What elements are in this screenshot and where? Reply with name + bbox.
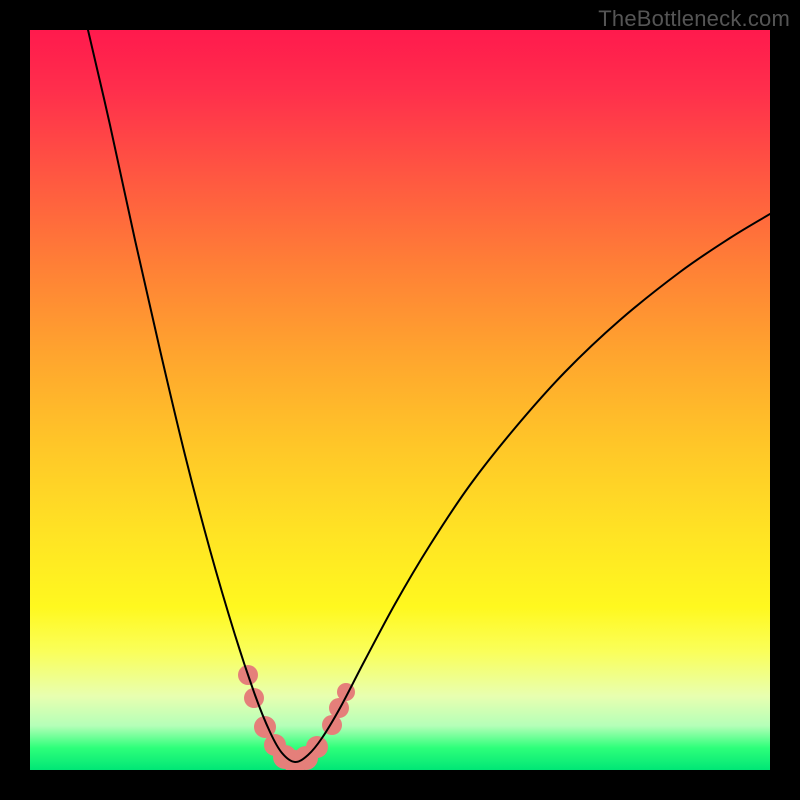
valley-dots-group [238, 665, 355, 770]
watermark-text: TheBottleneck.com [598, 6, 790, 32]
bottleneck-curve [30, 30, 770, 770]
valley-dot [337, 683, 355, 701]
valley-dot [244, 688, 264, 708]
valley-dot [322, 715, 342, 735]
curve-path [88, 30, 770, 762]
valley-dot [329, 698, 349, 718]
valley-dot [254, 716, 276, 738]
valley-dot [264, 734, 286, 756]
valley-dot [294, 746, 318, 770]
valley-dot [306, 736, 328, 758]
valley-dot [283, 750, 307, 770]
valley-dot [238, 665, 258, 685]
plot-area [30, 30, 770, 770]
chart-frame: TheBottleneck.com [0, 0, 800, 800]
valley-dot [273, 745, 297, 769]
